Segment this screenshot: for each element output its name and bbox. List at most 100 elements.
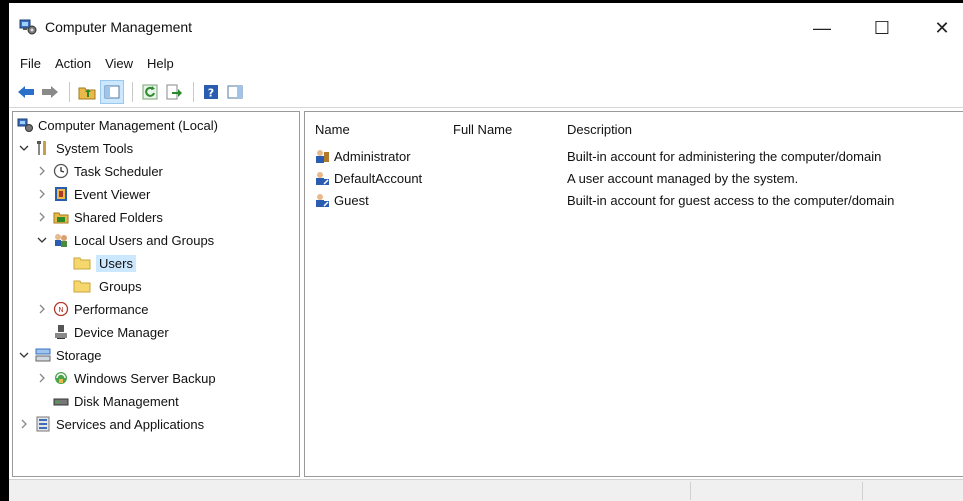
chevron-right-icon[interactable] bbox=[35, 210, 49, 224]
toolbar-separator bbox=[193, 82, 194, 102]
tree-item-label: System Tools bbox=[56, 140, 134, 156]
tree-item-label: Storage bbox=[56, 347, 102, 363]
row-description: A user account managed by the system. bbox=[567, 170, 799, 186]
window-title: Computer Management bbox=[45, 19, 193, 35]
chevron-right-icon[interactable] bbox=[35, 164, 49, 178]
back-arrow-icon[interactable] bbox=[15, 81, 37, 103]
table-row[interactable]: Administrator bbox=[313, 145, 411, 167]
storage-icon bbox=[35, 347, 51, 363]
toolbar-separator bbox=[69, 82, 70, 102]
minimize-icon: — bbox=[813, 17, 831, 38]
performance-icon: N bbox=[53, 301, 69, 317]
results-list-pane[interactable]: Name Full Name Description Administrator… bbox=[304, 111, 963, 477]
column-header-description[interactable]: Description bbox=[567, 122, 632, 137]
status-bar-divider bbox=[690, 482, 691, 500]
tree-item-label: Local Users and Groups bbox=[74, 232, 215, 248]
tree-item-storage[interactable]: Storage bbox=[17, 344, 102, 366]
maximize-icon: ☐ bbox=[873, 17, 891, 38]
menu-bar: File Action View Help bbox=[9, 49, 963, 77]
menu-view[interactable]: View bbox=[98, 53, 140, 74]
disabled-user-icon bbox=[313, 191, 331, 209]
menu-file[interactable]: File bbox=[13, 53, 48, 74]
show-hide-action-pane-icon[interactable] bbox=[224, 81, 246, 103]
tree-item-computer-management[interactable]: Computer Management (Local) bbox=[17, 114, 218, 136]
tree-item-label: Computer Management (Local) bbox=[38, 117, 218, 133]
row-description: Built-in account for guest access to the… bbox=[567, 192, 895, 208]
tree-item-shared-folders[interactable]: Shared Folders bbox=[35, 206, 163, 228]
tree-item-system-tools[interactable]: System Tools bbox=[17, 137, 133, 159]
table-row[interactable]: Guest bbox=[313, 189, 369, 211]
disabled-user-icon bbox=[313, 169, 331, 187]
clock-icon bbox=[53, 163, 69, 179]
tree-item-label: Users bbox=[96, 254, 136, 272]
console-tree-pane[interactable]: Computer Management (Local) System Tools… bbox=[12, 111, 300, 477]
chevron-right-icon[interactable] bbox=[35, 371, 49, 385]
svg-text:?: ? bbox=[208, 87, 214, 100]
backup-icon bbox=[53, 370, 69, 386]
status-bar-divider bbox=[862, 482, 863, 500]
toolbar-separator bbox=[132, 82, 133, 102]
disk-icon bbox=[53, 393, 69, 409]
tree-item-task-scheduler[interactable]: Task Scheduler bbox=[35, 160, 163, 182]
menu-action[interactable]: Action bbox=[48, 53, 98, 74]
chevron-right-icon[interactable] bbox=[17, 417, 31, 431]
admin-user-icon bbox=[313, 147, 331, 165]
tree-item-event-viewer[interactable]: Event Viewer bbox=[35, 183, 150, 205]
tree-item-performance[interactable]: N Performance bbox=[35, 298, 148, 320]
tree-item-label: Event Viewer bbox=[74, 186, 151, 202]
up-folder-icon[interactable] bbox=[76, 81, 98, 103]
shared-folder-icon bbox=[53, 209, 69, 225]
tree-item-label: Services and Applications bbox=[56, 416, 205, 432]
tree-item-label: Shared Folders bbox=[74, 209, 163, 225]
table-row[interactable]: DefaultAccount bbox=[313, 167, 422, 189]
chevron-down-icon[interactable] bbox=[35, 233, 49, 247]
column-header-full-name[interactable]: Full Name bbox=[453, 122, 512, 137]
device-manager-icon bbox=[53, 324, 69, 340]
tree-item-local-users-and-groups[interactable]: Local Users and Groups bbox=[35, 229, 214, 251]
svg-text:N: N bbox=[58, 306, 63, 314]
chevron-down-icon[interactable] bbox=[17, 141, 31, 155]
tree-item-windows-server-backup[interactable]: Windows Server Backup bbox=[35, 367, 216, 389]
folder-icon bbox=[73, 255, 91, 271]
tree-item-services-and-applications[interactable]: Services and Applications bbox=[17, 413, 204, 435]
close-button[interactable]: ✕ bbox=[919, 11, 963, 45]
event-viewer-icon bbox=[53, 186, 69, 202]
tree-item-label: Device Manager bbox=[74, 324, 169, 340]
chevron-down-icon[interactable] bbox=[17, 348, 31, 362]
maximize-button[interactable]: ☐ bbox=[859, 11, 905, 45]
tree-item-label: Groups bbox=[99, 278, 142, 294]
show-hide-tree-icon[interactable] bbox=[100, 80, 124, 104]
row-name: DefaultAccount bbox=[334, 170, 423, 186]
chevron-right-icon[interactable] bbox=[35, 187, 49, 201]
export-list-icon[interactable] bbox=[163, 81, 185, 103]
tree-item-device-manager[interactable]: Device Manager bbox=[53, 321, 169, 343]
toolbar: ? bbox=[9, 77, 963, 108]
tree-item-disk-management[interactable]: Disk Management bbox=[53, 390, 179, 412]
help-icon[interactable]: ? bbox=[200, 81, 222, 103]
menu-help[interactable]: Help bbox=[140, 53, 181, 74]
tree-item-label: Windows Server Backup bbox=[74, 370, 216, 386]
computer-management-app-icon bbox=[19, 18, 37, 36]
row-description: Built-in account for administering the c… bbox=[567, 148, 882, 164]
users-groups-icon bbox=[53, 232, 69, 248]
system-tools-icon bbox=[35, 140, 51, 156]
row-name: Administrator bbox=[334, 148, 411, 164]
tree-item-groups[interactable]: Groups bbox=[73, 275, 142, 297]
tree-item-label: Disk Management bbox=[74, 393, 179, 409]
refresh-icon[interactable] bbox=[139, 81, 161, 103]
computer-management-window: Computer Management — ☐ ✕ File Action Vi… bbox=[9, 3, 963, 501]
services-icon bbox=[35, 416, 51, 432]
title-bar[interactable]: Computer Management — ☐ ✕ bbox=[9, 3, 963, 49]
status-bar bbox=[9, 479, 963, 501]
close-icon: ✕ bbox=[934, 17, 950, 38]
tree-item-label: Performance bbox=[74, 301, 149, 317]
minimize-button[interactable]: — bbox=[799, 11, 845, 45]
tree-item-users[interactable]: Users bbox=[73, 252, 136, 274]
tree-item-label: Task Scheduler bbox=[74, 163, 163, 179]
chevron-right-icon[interactable] bbox=[35, 302, 49, 316]
column-header-name[interactable]: Name bbox=[315, 122, 350, 137]
row-name: Guest bbox=[334, 192, 369, 208]
computer-management-icon bbox=[17, 117, 33, 133]
forward-arrow-icon[interactable] bbox=[39, 81, 61, 103]
folder-icon bbox=[73, 278, 91, 294]
